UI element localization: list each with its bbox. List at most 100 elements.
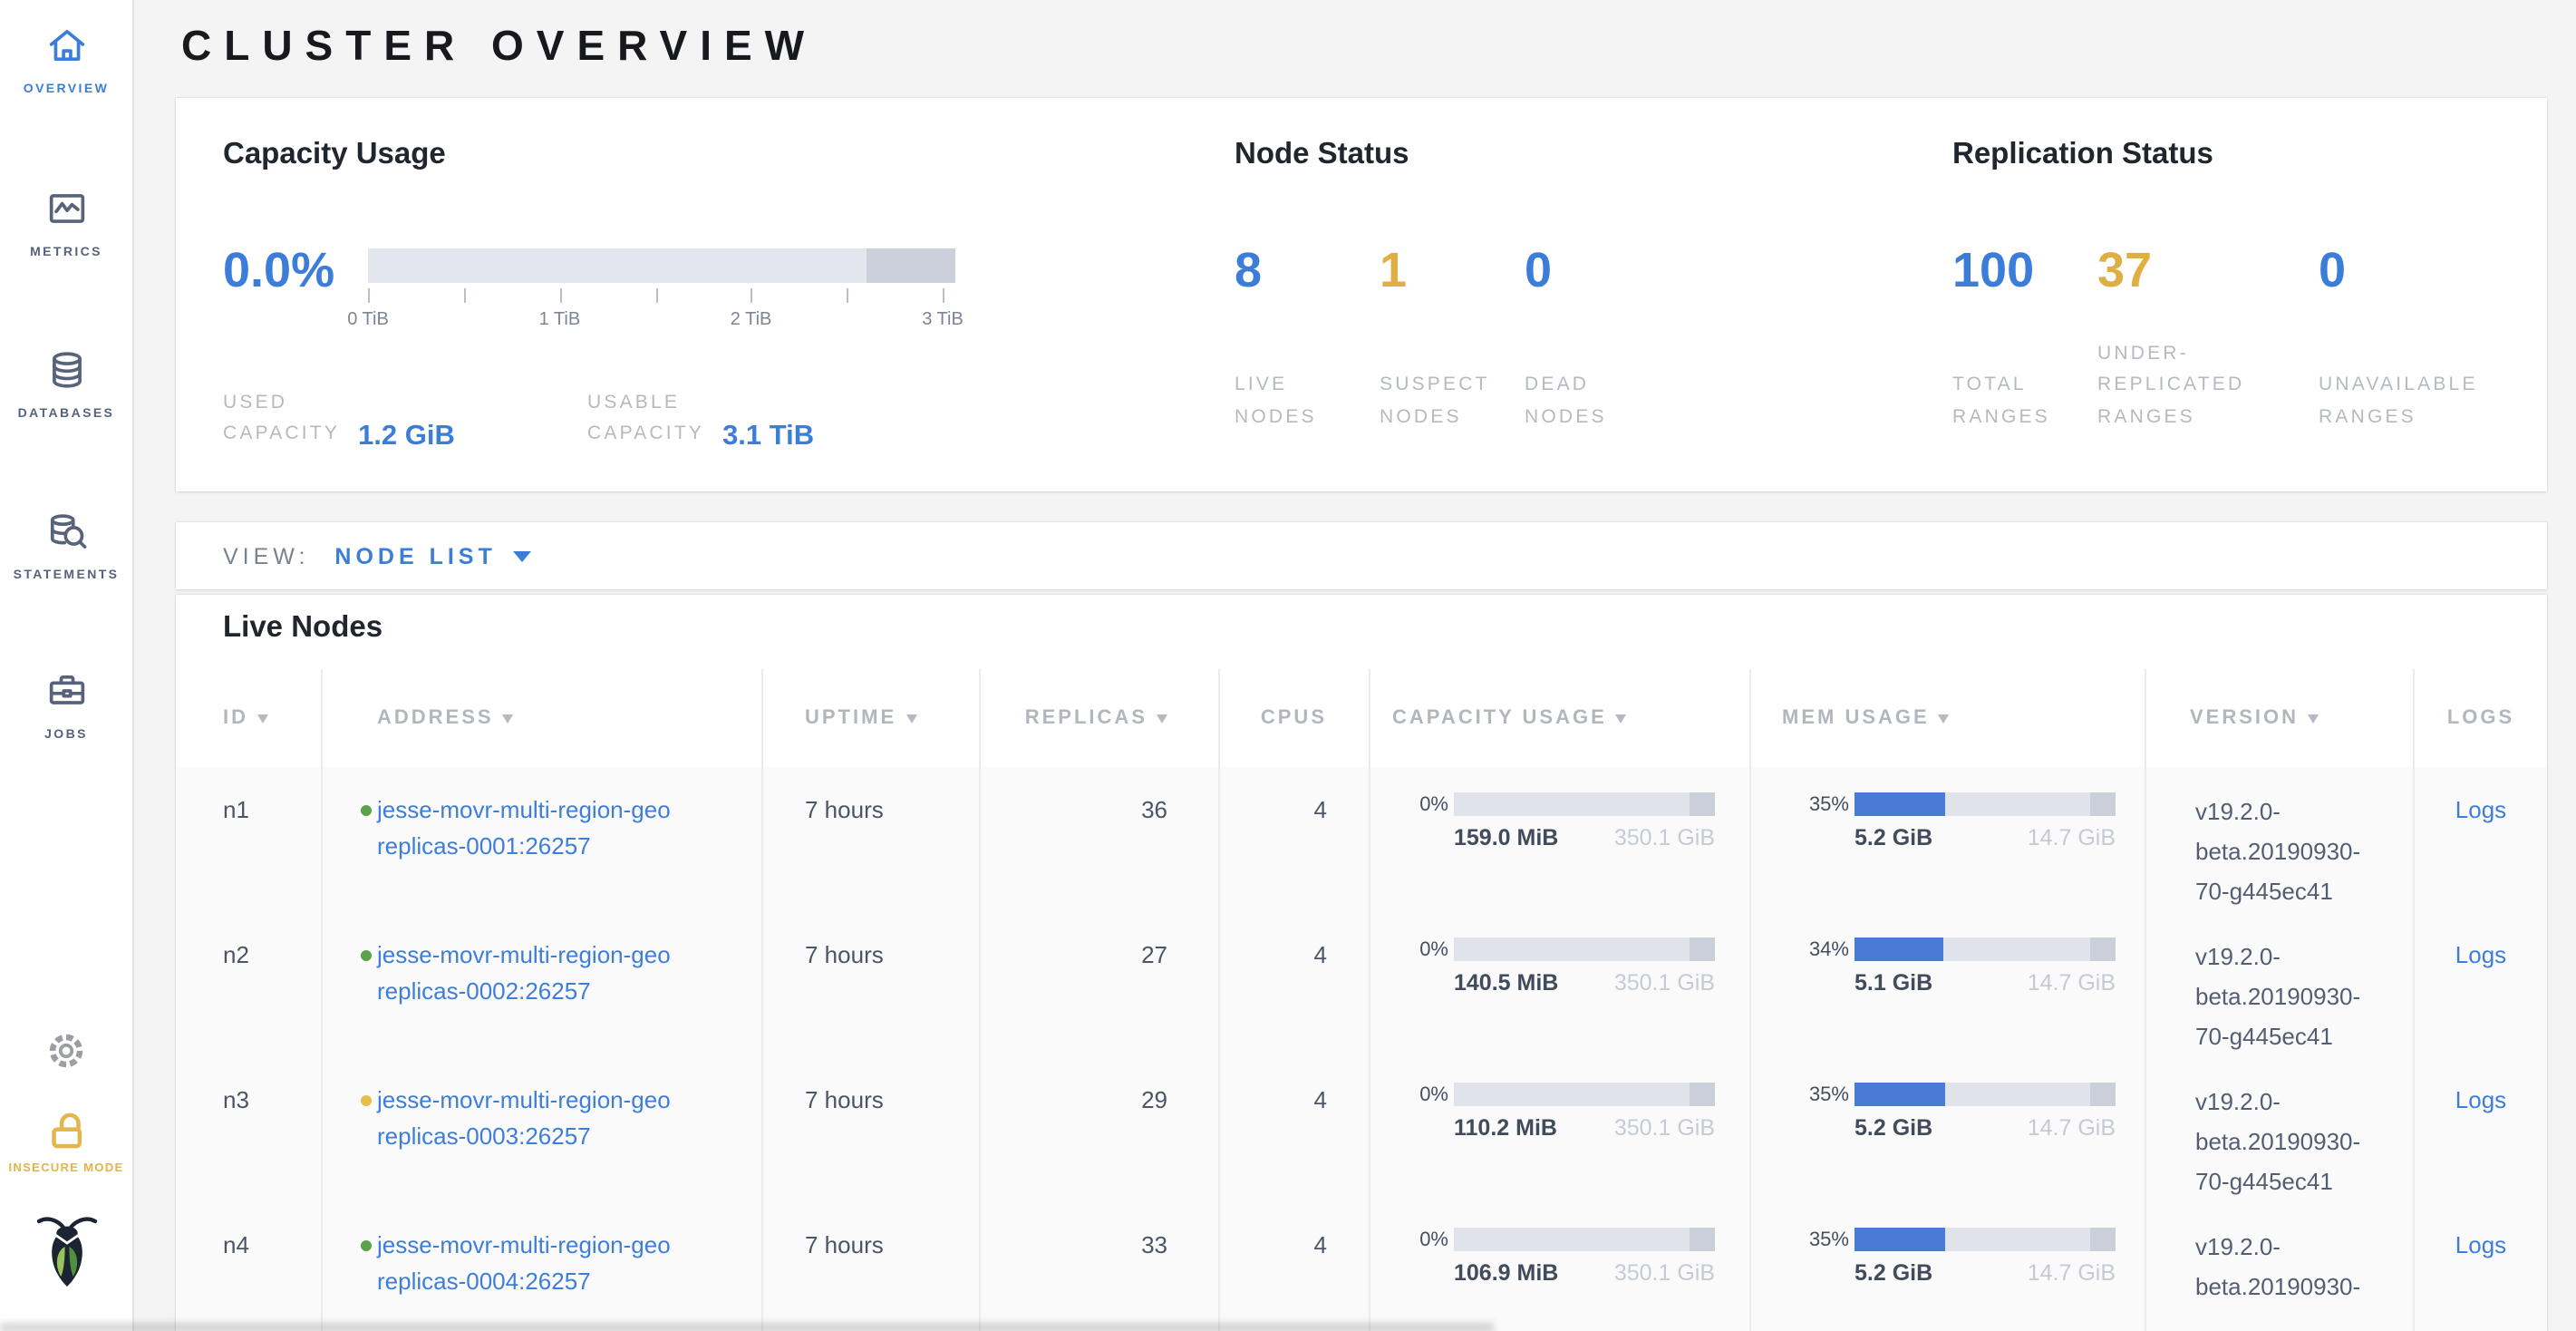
briefcase-icon bbox=[43, 691, 90, 722]
bottom-edge-shadow bbox=[0, 1320, 1494, 1331]
total-ranges-label: TOTAL RANGES bbox=[1952, 371, 2097, 433]
column-header-uptime[interactable]: UPTIME bbox=[761, 669, 979, 767]
bar-reserved-segment bbox=[2090, 792, 2116, 816]
column-header-version[interactable]: VERSION bbox=[2145, 669, 2413, 767]
logs-link[interactable]: Logs bbox=[2455, 1231, 2506, 1258]
capacity-total-value: 350.1 GiB bbox=[1614, 1115, 1715, 1141]
sort-descending-icon bbox=[1157, 714, 1167, 724]
chevron-down-icon bbox=[513, 550, 531, 561]
node-status-dot bbox=[361, 1095, 372, 1106]
usable-capacity-value: 3.1 TiB bbox=[722, 420, 814, 452]
mem-bar bbox=[1855, 938, 2116, 961]
capacity-percent-value: 0.0% bbox=[223, 243, 368, 299]
sort-descending-icon bbox=[503, 714, 514, 724]
capacity-percent: 0% bbox=[1407, 793, 1448, 815]
mem-total-value: 14.7 GiB bbox=[2028, 970, 2116, 996]
node-id: n1 bbox=[176, 767, 321, 912]
sidebar-item-label: DATABASES bbox=[0, 408, 132, 421]
capacity-total-value: 350.1 GiB bbox=[1614, 1260, 1715, 1286]
bar-fill bbox=[1855, 938, 1943, 961]
sort-descending-icon bbox=[1939, 714, 1950, 724]
axis-tick bbox=[943, 288, 944, 303]
capacity-percent: 0% bbox=[1407, 938, 1448, 960]
gear-icon bbox=[44, 1050, 89, 1081]
sort-descending-icon bbox=[257, 714, 268, 724]
sidebar-item-metrics[interactable]: METRICS bbox=[0, 185, 132, 259]
suspect-nodes-count: 1 bbox=[1380, 243, 1525, 299]
sidebar-item-label: OVERVIEW bbox=[0, 83, 132, 96]
mem-used-value: 5.1 GiB bbox=[1855, 970, 1932, 996]
node-address-link[interactable]: jesse-movr-multi-region-geo replicas-000… bbox=[377, 792, 671, 865]
capacity-bar bbox=[1454, 938, 1715, 961]
sidebar-item-databases[interactable]: DATABASES bbox=[0, 346, 132, 421]
view-label: VIEW: bbox=[223, 543, 309, 568]
used-capacity-value: 1.2 GiB bbox=[358, 420, 455, 452]
column-header-capacity-usage[interactable]: CAPACITY USAGE bbox=[1369, 669, 1749, 767]
column-header-mem-usage[interactable]: MEM USAGE bbox=[1749, 669, 2145, 767]
mem-usage-cell: 35% 5.2 GiB14.7 GiB bbox=[1749, 767, 2145, 912]
capacity-used-value: 140.5 MiB bbox=[1454, 970, 1558, 996]
node-replicas: 36 bbox=[979, 767, 1218, 912]
capacity-total-value: 350.1 GiB bbox=[1614, 970, 1715, 996]
bar-reserved-segment bbox=[2090, 1083, 2116, 1106]
settings-gear-button[interactable] bbox=[0, 1028, 132, 1083]
bar-fill bbox=[1855, 792, 1946, 816]
node-version: v19.2.0- beta.20190930- 70-g445ec41 bbox=[2145, 1057, 2413, 1202]
replication-status-title: Replication Status bbox=[1952, 138, 2213, 172]
bar-reserved-segment bbox=[2090, 938, 2116, 961]
node-id: n3 bbox=[176, 1057, 321, 1202]
node-address-cell: jesse-movr-multi-region-geo replicas-000… bbox=[321, 767, 761, 912]
sidebar-item-label: STATEMENTS bbox=[0, 569, 132, 582]
node-address-link[interactable]: jesse-movr-multi-region-geo replicas-000… bbox=[377, 1228, 671, 1300]
dead-nodes-label: DEAD NODES bbox=[1525, 371, 1670, 433]
suspect-nodes-label: SUSPECT NODES bbox=[1380, 371, 1525, 433]
used-capacity-label: USED CAPACITY bbox=[223, 388, 340, 451]
main-content: CLUSTER OVERVIEW Capacity Usage 0.0% bbox=[132, 0, 2576, 1331]
capacity-used-value: 110.2 MiB bbox=[1454, 1115, 1557, 1141]
column-header-replicas[interactable]: REPLICAS bbox=[979, 669, 1218, 767]
used-capacity-stat: USED CAPACITY 1.2 GiB bbox=[223, 388, 587, 451]
bar-reserved-segment bbox=[2090, 1228, 2116, 1251]
table-row: n1 jesse-movr-multi-region-geo replicas-… bbox=[176, 767, 2547, 914]
insecure-mode-label: INSECURE MODE bbox=[0, 1162, 132, 1175]
sidebar-item-jobs[interactable]: JOBS bbox=[0, 667, 132, 742]
mem-used-value: 5.2 GiB bbox=[1855, 1260, 1932, 1286]
node-cpus: 4 bbox=[1218, 767, 1369, 912]
mem-usage-cell: 35% 5.2 GiB14.7 GiB bbox=[1749, 1057, 2145, 1202]
view-dropdown[interactable]: NODE LIST bbox=[334, 543, 530, 568]
axis-tick bbox=[464, 288, 466, 303]
logs-link[interactable]: Logs bbox=[2455, 1086, 2506, 1113]
column-header-logs: LOGS bbox=[2413, 669, 2547, 767]
capacity-usage-cell: 0% 159.0 MiB350.1 GiB bbox=[1369, 767, 1749, 912]
cockroachdb-logo bbox=[0, 1210, 132, 1302]
logs-link[interactable]: Logs bbox=[2455, 941, 2506, 968]
unavailable-ranges-label: UNAVAILABLE RANGES bbox=[2319, 371, 2551, 433]
live-nodes-count: 8 bbox=[1235, 243, 1380, 299]
bar-reserved-segment bbox=[1690, 938, 1715, 961]
sidebar-item-overview[interactable]: OVERVIEW bbox=[0, 22, 132, 96]
mem-percent: 35% bbox=[1798, 1083, 1849, 1105]
capacity-bar bbox=[1454, 792, 1715, 816]
column-header-id[interactable]: ID bbox=[176, 669, 321, 767]
node-address-cell: jesse-movr-multi-region-geo replicas-000… bbox=[321, 912, 761, 1057]
logs-link[interactable]: Logs bbox=[2455, 796, 2506, 823]
capacity-usage-cell: 0% 110.2 MiB350.1 GiB bbox=[1369, 1057, 1749, 1202]
statements-search-icon bbox=[43, 531, 90, 562]
column-header-address[interactable]: ADDRESS bbox=[321, 669, 761, 767]
sort-descending-icon bbox=[1616, 714, 1627, 724]
capacity-total-value: 350.1 GiB bbox=[1614, 825, 1715, 850]
sidebar-item-label: METRICS bbox=[0, 247, 132, 259]
gauge-reserved-segment bbox=[867, 248, 955, 283]
capacity-used-value: 106.9 MiB bbox=[1454, 1260, 1558, 1286]
node-address-link[interactable]: jesse-movr-multi-region-geo replicas-000… bbox=[377, 938, 671, 1010]
node-uptime: 7 hours bbox=[761, 767, 979, 912]
sidebar-item-statements[interactable]: STATEMENTS bbox=[0, 508, 132, 582]
node-cpus: 4 bbox=[1218, 912, 1369, 1057]
capacity-usage-title: Capacity Usage bbox=[223, 138, 446, 172]
node-address-link[interactable]: jesse-movr-multi-region-geo replicas-000… bbox=[377, 1083, 671, 1155]
page-title: CLUSTER OVERVIEW bbox=[181, 22, 817, 71]
total-ranges-count: 100 bbox=[1952, 243, 2097, 299]
insecure-mode-indicator[interactable] bbox=[0, 1104, 132, 1162]
capacity-percent: 0% bbox=[1407, 1229, 1448, 1250]
logs-cell: Logs bbox=[2413, 1202, 2547, 1331]
